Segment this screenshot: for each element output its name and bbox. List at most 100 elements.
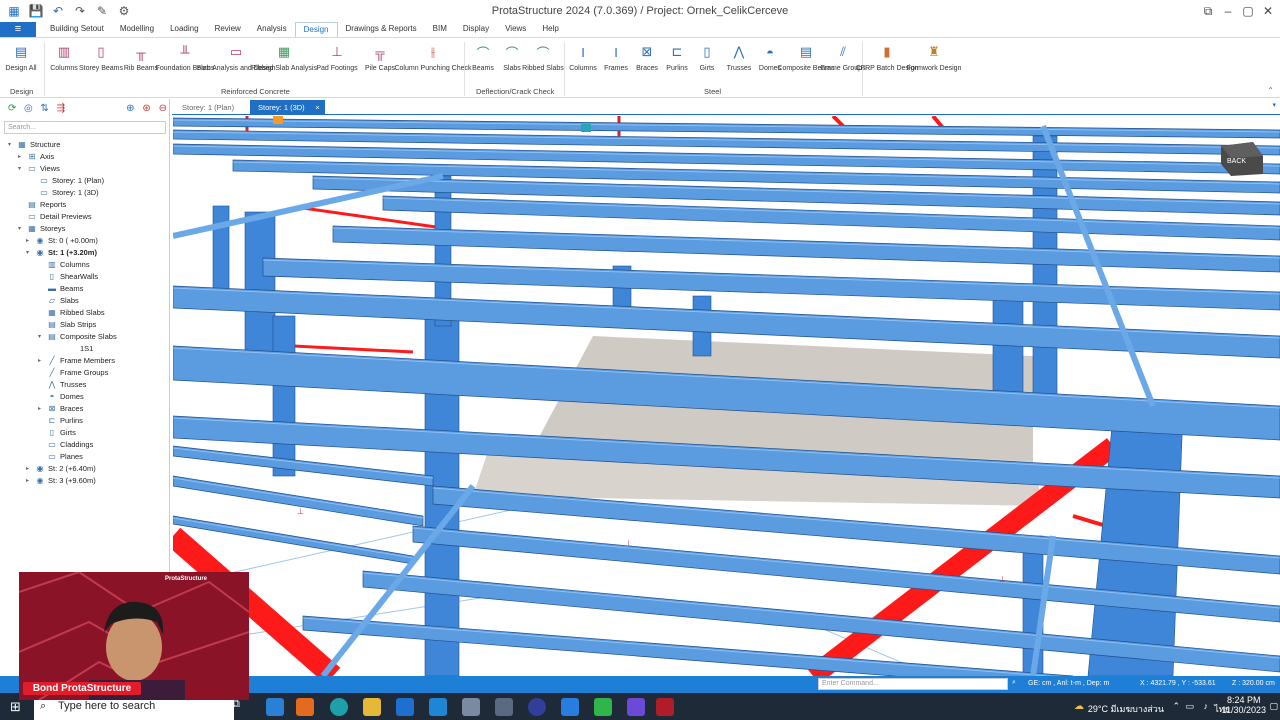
tree-item[interactable]: ▤ Reports (18, 198, 66, 210)
tab-close-icon[interactable]: × (315, 100, 319, 115)
sort-icon[interactable]: ⇅ (39, 102, 51, 116)
network-icon[interactable]: ▭ (1185, 701, 1194, 712)
zoom-out-icon[interactable]: ⊖ (157, 102, 169, 116)
steel-column[interactable] (272, 315, 296, 477)
tree-item[interactable]: ◓ Domes (38, 390, 84, 402)
protastructure-app-icon[interactable] (656, 698, 674, 716)
explorer-app-icon[interactable] (363, 698, 381, 716)
tab-bim[interactable]: BIM (425, 22, 455, 37)
formwork-design-button[interactable]: ♜ Formwork Design (907, 41, 962, 73)
tab-storey-3d[interactable]: Storey: 1 (3D) × (250, 100, 325, 115)
tree-item[interactable]: ▸ ◉ St: 2 (+6.40m) (26, 462, 96, 474)
refresh-icon[interactable]: ⟳ (6, 102, 18, 116)
tab-dropdown-icon[interactable]: ▾ (1272, 101, 1276, 109)
tree-expander-icon[interactable]: ▸ (38, 405, 46, 412)
node-marker[interactable] (581, 124, 591, 132)
tree-item[interactable]: 1S1 (58, 342, 93, 354)
tab-drawings-reports[interactable]: Drawings & Reports (338, 22, 425, 37)
restore-icon[interactable]: ⧉ (1198, 2, 1218, 20)
tab-review[interactable]: Review (207, 22, 249, 37)
tree-expander-icon[interactable]: ▾ (8, 141, 16, 148)
tree-item[interactable]: ▸ ╱ Frame Members (38, 354, 115, 366)
cfrp-batch-design-button[interactable]: ▮ CFRP Batch Design (856, 41, 919, 73)
tree-expander-icon[interactable]: ▸ (26, 237, 34, 244)
steel-column[interactable] (212, 205, 230, 297)
tree-expander-icon[interactable]: ▸ (26, 465, 34, 472)
clock[interactable]: 8:24 PM 11/30/2023 (1222, 695, 1266, 715)
tab-display[interactable]: Display (455, 22, 497, 37)
pad-footings-button[interactable]: ⊥ Pad Footings (315, 41, 359, 73)
tab-modelling[interactable]: Modelling (112, 22, 162, 37)
tree-item[interactable]: ▦ Ribbed Slabs (38, 306, 104, 318)
tree-item[interactable]: ⋀ Trusses (38, 378, 87, 390)
task-view-icon[interactable]: ⧉ (232, 698, 250, 716)
tab-building-setout[interactable]: Building Setout (42, 22, 112, 37)
line-app-icon[interactable] (594, 698, 612, 716)
tree-expander-icon[interactable]: ▾ (38, 333, 46, 340)
red-brace[interactable] (831, 116, 845, 128)
command-input[interactable]: Enter Command... (818, 678, 1008, 690)
g-app-icon[interactable] (561, 698, 579, 716)
globe-icon[interactable]: ◎ (22, 102, 34, 116)
tab-analysis[interactable]: Analysis (249, 22, 295, 37)
command-search-icon[interactable]: ⌕ (1012, 679, 1016, 687)
tab-help[interactable]: Help (534, 22, 566, 37)
tray-chevron-icon[interactable]: ⌃ (1172, 701, 1180, 712)
tab-views[interactable]: Views (497, 22, 534, 37)
tree-item[interactable]: ▯ Girts (38, 426, 76, 438)
storey-beams-button[interactable]: ▯ Storey Beams (79, 41, 123, 73)
undo-icon[interactable]: ↶ (50, 3, 66, 19)
deflection-ribbed-slabs-button[interactable]: ⌒ Ribbed Slabs (521, 41, 565, 73)
volume-icon[interactable]: ♪ (1204, 701, 1209, 711)
tree-search-input[interactable]: Search... (4, 121, 166, 134)
tree-item[interactable]: ▾ ▭ Views (18, 162, 60, 174)
file-menu-button[interactable]: ≡ (0, 22, 36, 37)
windows-start-icon[interactable]: ⊞ (10, 699, 21, 715)
tree-item[interactable]: ▥ Columns (38, 258, 89, 270)
steel-column[interactable] (244, 211, 276, 353)
todo-app-icon[interactable] (266, 698, 284, 716)
tree-expander-icon[interactable]: ▾ (18, 165, 26, 172)
tree-item[interactable]: ▭ Detail Previews (18, 210, 91, 222)
ribbed-slab-analysis-button[interactable]: ▦ Ribbed Slab Analysis (251, 41, 317, 73)
cad-app-icon[interactable] (462, 698, 480, 716)
pencil-icon[interactable]: ✎ (94, 3, 110, 19)
tree-expander-icon[interactable]: ▾ (18, 225, 26, 232)
tab-design[interactable]: Design (294, 22, 338, 37)
column-punching-check-button[interactable]: ⫲ Column Punching Check (394, 41, 471, 73)
edge-app-icon[interactable] (330, 698, 348, 716)
zoom-fit-icon[interactable]: ⊛ (140, 102, 152, 116)
tree-item[interactable]: ▭ Storey: 1 (3D) (30, 186, 98, 198)
minimize-button[interactable]: – (1218, 2, 1238, 20)
tree-expander-icon[interactable]: ▸ (18, 153, 26, 160)
outlook-app-icon[interactable] (296, 698, 314, 716)
design-all-button[interactable]: ▤ Design All (0, 41, 43, 73)
tree-expander-icon[interactable]: ▸ (38, 357, 46, 364)
save-icon[interactable]: 💾 (28, 3, 44, 19)
3d-model-canvas[interactable]: ⊥ ⊥ ⊥ BACK (173, 116, 1280, 676)
tree-item[interactable]: ▯ ShearWalls (38, 270, 98, 282)
tree-item[interactable]: ▱ Slabs (38, 294, 79, 306)
steel-beam[interactable] (302, 615, 1074, 676)
media-app-icon[interactable] (528, 698, 546, 716)
redo-icon[interactable]: ↷ (72, 3, 88, 19)
tab-storey-plan[interactable]: Storey: 1 (Plan) (174, 100, 242, 115)
tree-item[interactable]: ▭ Storey: 1 (Plan) (30, 174, 104, 186)
tree-item[interactable]: ▾ ▤ Composite Slabs (38, 330, 117, 342)
building-app-icon[interactable] (495, 698, 513, 716)
tree-item[interactable]: ⊏ Purlins (38, 414, 83, 426)
teams-app-icon[interactable] (627, 698, 645, 716)
filter-icon[interactable]: ⇶ (55, 102, 67, 116)
tree-item[interactable]: ▾ ▦ Storeys (18, 222, 65, 234)
tree-item[interactable]: ▸ ◉ St: 3 (+9.60m) (26, 474, 96, 486)
tree-item[interactable]: ▾ ▦ Structure (8, 138, 60, 150)
tree-item[interactable]: ▾ ◉ St: 1 (+3.20m) (26, 246, 97, 258)
collapse-ribbon-icon[interactable]: ⌃ (1267, 86, 1274, 95)
store-app-icon[interactable] (396, 698, 414, 716)
zoom-in-icon[interactable]: ⊕ (124, 102, 136, 116)
tree-expander-icon[interactable]: ▸ (26, 477, 34, 484)
tree-item[interactable]: ▸ ⊠ Braces (38, 402, 83, 414)
tree-item[interactable]: ▭ Planes (38, 450, 83, 462)
notification-icon[interactable]: ▢ (1269, 701, 1278, 712)
tree-item[interactable]: ▸ ⊞ Axis (18, 150, 54, 162)
